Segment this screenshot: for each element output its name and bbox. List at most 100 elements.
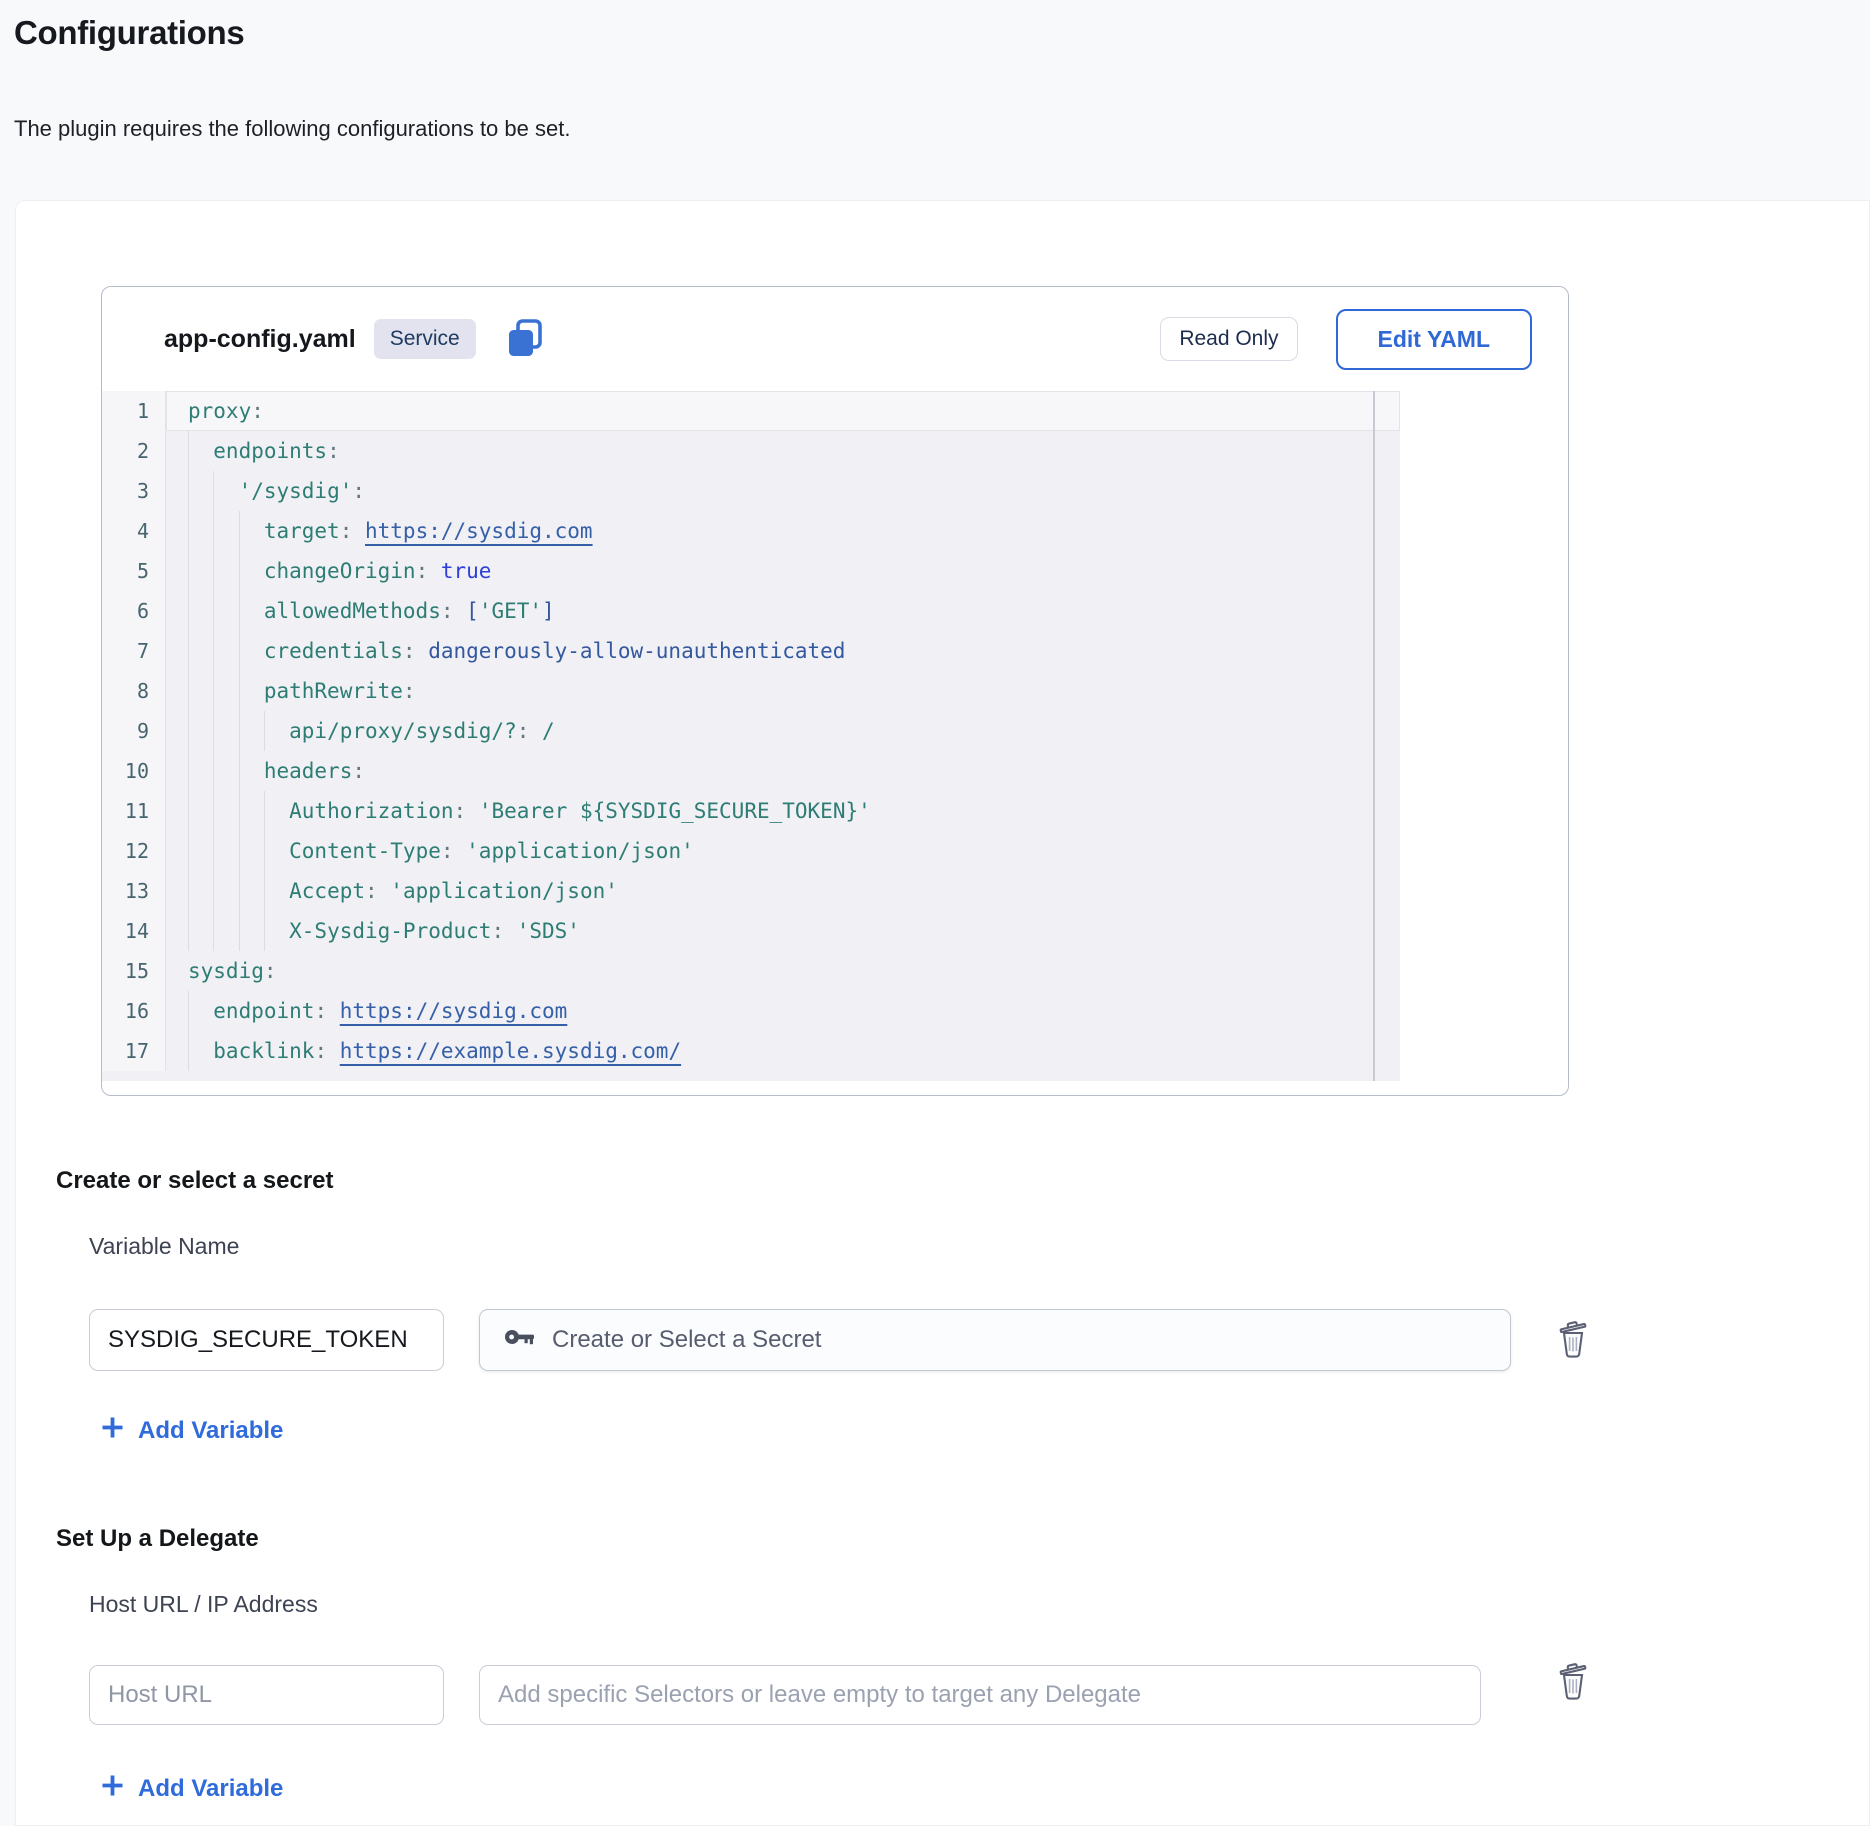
indent-guide bbox=[213, 471, 214, 511]
code-line-content: X-Sysdig-Product: 'SDS' bbox=[166, 911, 1400, 951]
indent-guide bbox=[213, 711, 214, 751]
delegate-selectors-input[interactable] bbox=[479, 1665, 1481, 1725]
indent-guide bbox=[188, 471, 189, 511]
indent-guide bbox=[239, 511, 240, 551]
code-line-content: api/proxy/sysdig/?: / bbox=[166, 711, 1400, 751]
line-number: 12 bbox=[102, 831, 166, 871]
indent-guide bbox=[239, 831, 240, 871]
indent-guide bbox=[264, 831, 265, 871]
code-token: : bbox=[517, 719, 542, 743]
indent-guide bbox=[239, 631, 240, 671]
line-number: 1 bbox=[102, 391, 166, 431]
code-token: : bbox=[454, 799, 479, 823]
code-token: endpoint bbox=[213, 999, 314, 1023]
secret-select-label: Create or Select a Secret bbox=[552, 1326, 821, 1354]
indent-guide bbox=[188, 711, 189, 751]
indent-guide bbox=[188, 631, 189, 671]
code-token: true bbox=[441, 559, 492, 583]
line-number: 9 bbox=[102, 711, 166, 751]
indent-guide bbox=[239, 711, 240, 751]
indent-guide bbox=[188, 511, 189, 551]
code-token: 'SDS' bbox=[517, 919, 580, 943]
line-number: 16 bbox=[102, 991, 166, 1031]
code-token: 'GET' bbox=[479, 599, 542, 623]
indent-guide bbox=[188, 871, 189, 911]
code-token: 'Bearer ${SYSDIG_SECURE_TOKEN}' bbox=[479, 799, 871, 823]
add-variable-button-secret[interactable]: Add Variable bbox=[100, 1415, 283, 1447]
code-token: Content-Type bbox=[289, 839, 441, 863]
indent-guide bbox=[239, 871, 240, 911]
code-token: ] bbox=[542, 599, 555, 623]
code-line-content: endpoints: bbox=[166, 431, 1400, 471]
line-number: 6 bbox=[102, 591, 166, 631]
code-line: 8pathRewrite: bbox=[102, 671, 1400, 711]
scrollbar-track[interactable] bbox=[1373, 391, 1375, 1081]
code-line: 12Content-Type: 'application/json' bbox=[102, 831, 1400, 871]
code-line: 16endpoint: https://sysdig.com bbox=[102, 991, 1400, 1031]
code-link[interactable]: https://example.sysdig.com/ bbox=[340, 1039, 681, 1063]
indent-guide bbox=[239, 791, 240, 831]
code-link[interactable]: https://sysdig.com bbox=[340, 999, 568, 1023]
content-panel: app-config.yaml Service Read Only Edit Y… bbox=[15, 200, 1870, 1826]
indent-guide bbox=[188, 991, 189, 1031]
code-line: 17backlink: https://example.sysdig.com/ bbox=[102, 1031, 1400, 1071]
indent-guide bbox=[213, 631, 214, 671]
code-token: backlink bbox=[213, 1039, 314, 1063]
indent-guide bbox=[239, 911, 240, 951]
code-token: proxy bbox=[188, 399, 251, 423]
code-line: 3'/sysdig': bbox=[102, 471, 1400, 511]
host-url-input[interactable] bbox=[89, 1665, 444, 1725]
code-line-content: changeOrigin: true bbox=[166, 551, 1400, 591]
code-line-content: credentials: dangerously-allow-unauthent… bbox=[166, 631, 1400, 671]
indent-guide bbox=[239, 551, 240, 591]
indent-guide bbox=[264, 791, 265, 831]
add-variable-button-delegate[interactable]: Add Variable bbox=[100, 1773, 283, 1805]
line-number: 15 bbox=[102, 951, 166, 991]
code-line: 6allowedMethods: ['GET'] bbox=[102, 591, 1400, 631]
code-editor: 1 proxy: 2endpoints:3'/sysdig':4 target: ht… bbox=[102, 391, 1400, 1081]
line-number: 4 bbox=[102, 511, 166, 551]
code-token: api/proxy/sysdig/? bbox=[289, 719, 517, 743]
indent-guide bbox=[188, 791, 189, 831]
indent-guide bbox=[213, 831, 214, 871]
code-line: 5changeOrigin: true bbox=[102, 551, 1400, 591]
add-variable-label: Add Variable bbox=[138, 1417, 283, 1445]
code-token: '/sysdig' bbox=[239, 479, 353, 503]
yaml-editor-card: app-config.yaml Service Read Only Edit Y… bbox=[101, 286, 1569, 1096]
code-token: Authorization bbox=[289, 799, 453, 823]
copy-button[interactable] bbox=[502, 316, 546, 363]
variable-name-input[interactable] bbox=[89, 1309, 444, 1371]
code-area: 1 proxy: 2endpoints:3'/sysdig':4 target: ht… bbox=[102, 391, 1400, 1081]
code-line-content: Content-Type: 'application/json' bbox=[166, 831, 1400, 871]
indent-guide bbox=[188, 831, 189, 871]
code-token: 'application/json' bbox=[466, 839, 694, 863]
code-line: 15sysdig: bbox=[102, 951, 1400, 991]
code-token: : bbox=[441, 599, 466, 623]
code-token: target bbox=[264, 519, 340, 543]
code-token: allowedMethods bbox=[264, 599, 441, 623]
indent-guide bbox=[264, 871, 265, 911]
indent-guide bbox=[213, 591, 214, 631]
delete-delegate-button[interactable] bbox=[1550, 1659, 1596, 1705]
code-token: credentials bbox=[264, 639, 403, 663]
line-number: 2 bbox=[102, 431, 166, 471]
line-number: 13 bbox=[102, 871, 166, 911]
code-line-content: sysdig: bbox=[166, 951, 1400, 991]
code-line: 10headers: bbox=[102, 751, 1400, 791]
code-link[interactable]: https://sysdig.com bbox=[365, 519, 593, 543]
secret-select-field[interactable]: Create or Select a Secret bbox=[479, 1309, 1511, 1371]
code-line-content: endpoint: https://sysdig.com bbox=[166, 991, 1400, 1031]
delegate-section-heading: Set Up a Delegate bbox=[56, 1525, 259, 1553]
indent-guide bbox=[213, 671, 214, 711]
line-number: 7 bbox=[102, 631, 166, 671]
code-token: : bbox=[416, 559, 441, 583]
delete-variable-button[interactable] bbox=[1550, 1317, 1596, 1363]
code-token: : bbox=[365, 879, 390, 903]
code-token: : bbox=[340, 519, 365, 543]
edit-yaml-button[interactable]: Edit YAML bbox=[1336, 309, 1532, 370]
code-line: 9api/proxy/sysdig/?: / bbox=[102, 711, 1400, 751]
code-line-content: allowedMethods: ['GET'] bbox=[166, 591, 1400, 631]
indent-guide bbox=[188, 1031, 189, 1071]
page-title: Configurations bbox=[14, 14, 244, 52]
code-token: : bbox=[264, 959, 277, 983]
